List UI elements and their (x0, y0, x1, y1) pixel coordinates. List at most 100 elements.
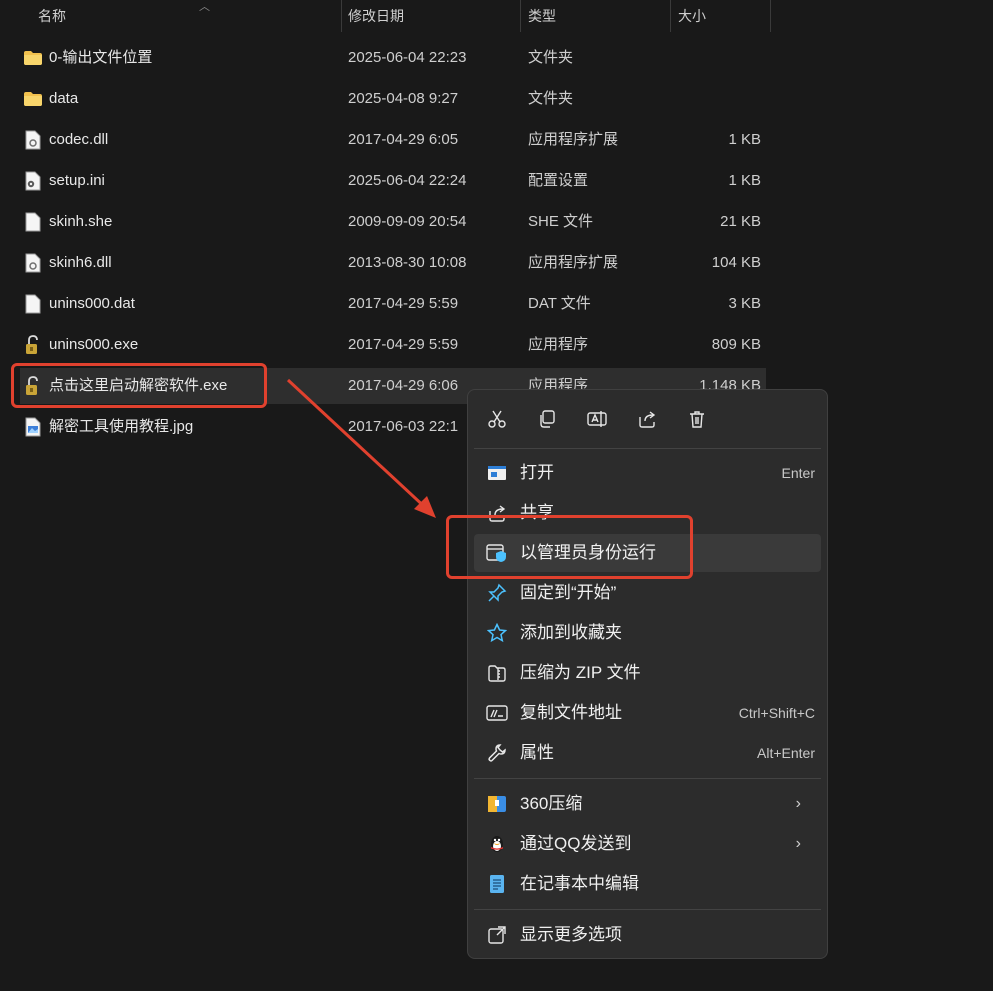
file-size: 3 KB (728, 295, 761, 312)
file-type: DAT 文件 (528, 295, 591, 312)
file-name: 0-输出文件位置 (49, 49, 153, 66)
menu-item-copy-path[interactable]: 复制文件地址 Ctrl+Shift+C (474, 694, 821, 732)
delete-button[interactable] (682, 404, 712, 434)
menu-item-compress-zip[interactable]: 压缩为 ZIP 文件 (474, 654, 821, 692)
delete-icon (690, 411, 704, 428)
chevron-right-icon: › (795, 795, 801, 812)
annotation-highlight-run-as-admin (446, 515, 693, 579)
file-date: 2017-06-03 22:1 (348, 418, 459, 435)
file-type: 应用程序扩展 (528, 254, 619, 271)
generic-file-icon (23, 286, 43, 322)
menu-item-shortcut: Ctrl+Shift+C (738, 705, 815, 721)
cut-icon (488, 410, 506, 428)
file-size: 1 KB (728, 172, 761, 189)
file-type: 配置设置 (528, 172, 589, 189)
settings-file-icon (23, 163, 43, 199)
file-name: skinh6.dll (49, 254, 112, 271)
menu-item-add-to-favorites[interactable]: 添加到收藏夹 (474, 614, 821, 652)
rename-button[interactable] (582, 404, 612, 434)
image-file-icon (23, 409, 43, 445)
file-row[interactable]: unins000.exe 2017-04-29 5:59 应用程序 809 KB (20, 327, 766, 363)
file-type: 应用程序扩展 (528, 131, 619, 148)
zip-icon (486, 663, 508, 683)
file-date: 2025-04-08 9:27 (348, 90, 459, 107)
more-options-icon (486, 925, 508, 945)
file-date: 2025-06-04 22:24 (348, 172, 467, 189)
menu-item-pin-to-start[interactable]: 固定到“开始” (474, 574, 821, 612)
column-header-type[interactable]: 类型 (521, 0, 671, 32)
file-date: 2017-04-29 5:59 (348, 336, 459, 353)
menu-item-label: 复制文件地址 (520, 703, 622, 722)
file-name: codec.dll (49, 131, 109, 148)
menu-item-edit-in-notepad[interactable]: 在记事本中编辑 (474, 865, 821, 903)
file-name: skinh.she (49, 213, 113, 230)
file-row[interactable]: 0-输出文件位置 2025-06-04 22:23 文件夹 (20, 40, 766, 76)
dll-file-icon (23, 122, 43, 158)
pin-icon (486, 583, 508, 603)
column-header-date-label: 修改日期 (348, 8, 404, 24)
open-icon (486, 463, 508, 483)
menu-separator (474, 778, 821, 779)
folder-icon (23, 81, 43, 117)
file-row[interactable]: setup.ini 2025-06-04 22:24 配置设置 1 KB (20, 163, 766, 199)
context-menu: 打开 Enter 共享 以管理员身份运行 固定到“开始” 添加到收藏夹 压缩为 … (467, 389, 828, 959)
share-icon (639, 411, 656, 428)
column-header-name-label: 名称 (38, 8, 66, 24)
rename-icon (587, 411, 607, 427)
installer-exe-icon (23, 327, 43, 363)
menu-item-shortcut: Enter (781, 465, 815, 481)
cut-button[interactable] (482, 404, 512, 434)
file-date: 2009-09-09 20:54 (348, 213, 467, 230)
copy-icon (540, 410, 555, 428)
column-header-size[interactable]: 大小 (671, 0, 771, 32)
file-date: 2025-06-04 22:23 (348, 49, 467, 66)
menu-item-send-via-qq[interactable]: 通过QQ发送到 › (474, 825, 821, 863)
menu-item-properties[interactable]: 属性 Alt+Enter (474, 734, 821, 772)
file-name: 解密工具使用教程.jpg (49, 418, 194, 435)
wrench-icon (486, 743, 508, 763)
file-name: setup.ini (49, 172, 105, 189)
file-name: unins000.exe (49, 336, 139, 353)
file-date: 2017-04-29 5:59 (348, 295, 459, 312)
menu-item-label: 添加到收藏夹 (520, 623, 622, 642)
menu-item-open[interactable]: 打开 Enter (474, 454, 821, 492)
folder-icon (23, 40, 43, 76)
file-date: 2017-04-29 6:05 (348, 131, 459, 148)
file-size: 809 KB (711, 336, 761, 353)
file-size: 21 KB (720, 213, 761, 230)
file-row[interactable]: codec.dll 2017-04-29 6:05 应用程序扩展 1 KB (20, 122, 766, 158)
sort-ascending-icon: ︿ (199, 1, 210, 13)
file-size: 1 KB (728, 131, 761, 148)
generic-file-icon (23, 204, 43, 240)
menu-item-360-compress[interactable]: 360压缩 › (474, 785, 821, 823)
menu-item-show-more-options[interactable]: 显示更多选项 (474, 916, 821, 954)
share-button[interactable] (632, 404, 662, 434)
star-icon (486, 623, 508, 643)
file-row[interactable]: unins000.dat 2017-04-29 5:59 DAT 文件 3 KB (20, 286, 766, 322)
file-type: 文件夹 (528, 90, 574, 107)
file-row[interactable]: skinh6.dll 2013-08-30 10:08 应用程序扩展 104 K… (20, 245, 766, 281)
menu-item-label: 在记事本中编辑 (520, 874, 639, 893)
file-row[interactable]: data 2025-04-08 9:27 文件夹 (20, 81, 766, 117)
menu-item-label: 显示更多选项 (520, 925, 622, 944)
file-name: data (49, 90, 79, 107)
copy-path-icon (486, 703, 508, 723)
menu-item-label: 通过QQ发送到 (520, 834, 632, 853)
menu-item-label: 压缩为 ZIP 文件 (520, 663, 641, 682)
column-header-name[interactable]: 名称 ︿ (20, 0, 342, 32)
menu-item-label: 固定到“开始” (520, 583, 617, 602)
column-header-size-label: 大小 (678, 8, 706, 24)
menu-item-shortcut: Alt+Enter (757, 745, 815, 761)
file-type: 文件夹 (528, 49, 574, 66)
copy-button[interactable] (532, 404, 562, 434)
file-type: SHE 文件 (528, 213, 594, 230)
file-row[interactable]: skinh.she 2009-09-09 20:54 SHE 文件 21 KB (20, 204, 766, 240)
menu-item-label: 打开 (520, 463, 554, 482)
menu-item-label: 360压缩 (520, 794, 583, 813)
dll-file-icon (23, 245, 43, 281)
chevron-right-icon: › (795, 835, 801, 852)
file-explorer: 名称 ︿ 修改日期 类型 大小 0-输出文件位置 2025-06-04 22:2… (0, 0, 993, 991)
column-header-date[interactable]: 修改日期 (342, 0, 521, 32)
file-date: 2013-08-30 10:08 (348, 254, 467, 271)
file-name: unins000.dat (49, 295, 135, 312)
